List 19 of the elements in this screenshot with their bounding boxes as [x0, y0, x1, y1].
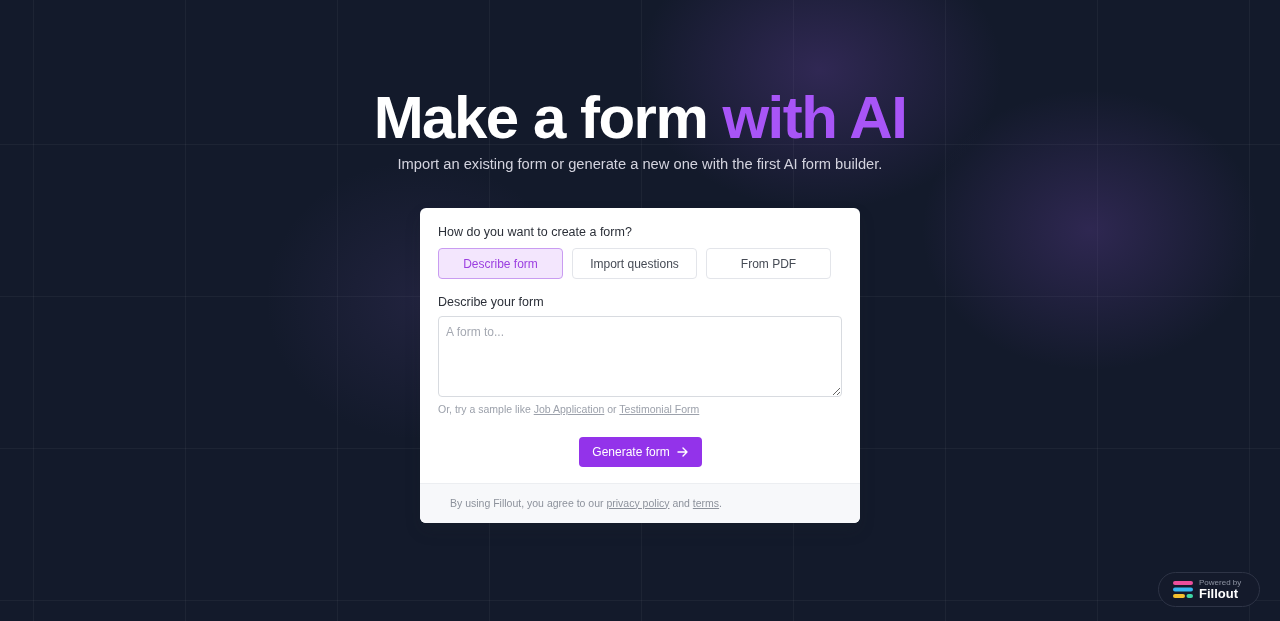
logo-icon: [1173, 581, 1193, 598]
powered-by-badge[interactable]: Powered by Fillout: [1158, 572, 1260, 607]
terms-link[interactable]: privacy policy: [606, 496, 670, 509]
generate-button[interactable]: Generate form: [578, 437, 702, 467]
description-label: Describe your form: [438, 294, 545, 311]
subtitle: Import an existing form or generate a new one with the first AI form builder.: [397, 155, 883, 174]
option-tab[interactable]: Import questions: [572, 248, 697, 279]
headline: Make a form with AI: [373, 84, 907, 152]
powered-by-caption: Powered by: [1199, 578, 1242, 587]
description-field[interactable]: A form to...: [438, 316, 842, 397]
terms-notice: By using Fillout, you agree to our privacy policy and terms.: [450, 495, 722, 511]
brand-name: Fillout: [1199, 587, 1238, 601]
arrow-right-icon: [676, 447, 688, 457]
question-label: How do you want to create a form?: [438, 224, 633, 241]
option-tab[interactable]: Describe form: [438, 248, 563, 279]
sample-hint: Or, try a sample like Job Application or Testimonial Form: [438, 402, 701, 417]
sample-link[interactable]: Testimonial Form: [619, 403, 700, 415]
option-tab[interactable]: From PDF: [706, 248, 831, 279]
sample-link[interactable]: Job Application: [533, 403, 605, 415]
